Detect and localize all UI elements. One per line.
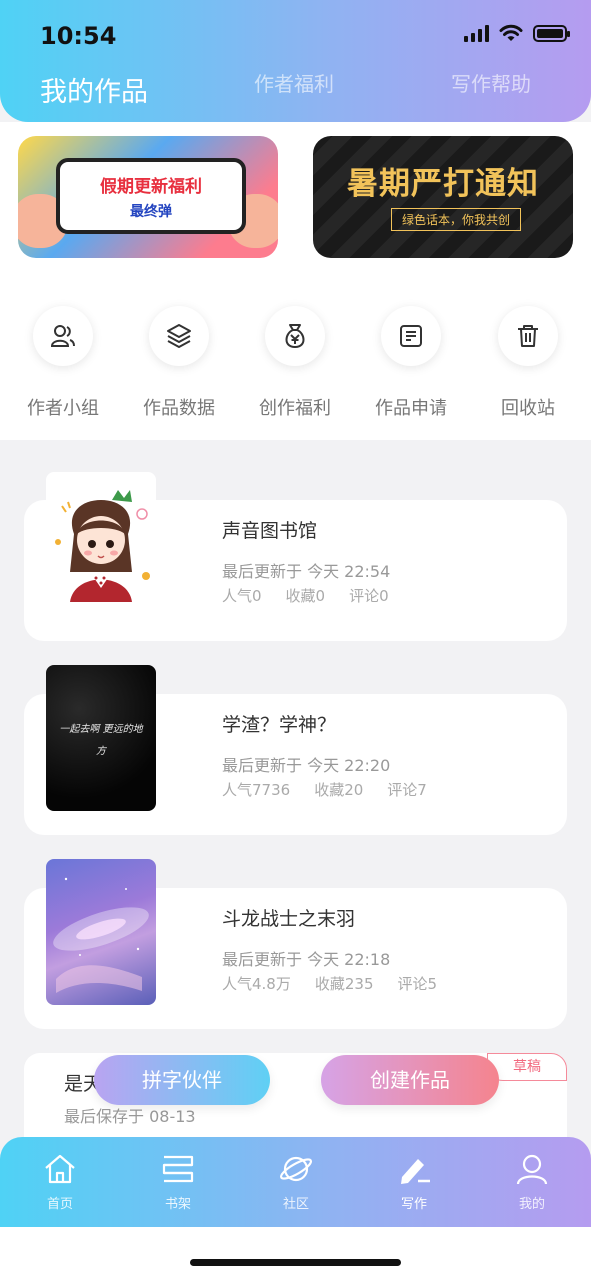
- draft-badge: 草稿: [487, 1053, 567, 1081]
- banner-summer-notice[interactable]: 暑期严打通知 绿色话本，你我共创: [313, 136, 573, 258]
- bookshelf-icon: [162, 1155, 194, 1183]
- home-indicator[interactable]: [190, 1259, 401, 1266]
- work-popularity: 人气7736: [222, 781, 291, 799]
- shortcut-author-group[interactable]: 作者小组: [13, 306, 113, 420]
- tab-writing-help[interactable]: 写作帮助: [451, 68, 531, 97]
- work-popularity: 人气4.8万: [222, 975, 291, 993]
- work-updated: 最后更新于 今天 22:54: [222, 562, 391, 581]
- tabbar-label: 首页: [46, 1197, 73, 1212]
- tabbar-item-me[interactable]: 我的: [492, 1153, 572, 1212]
- header-tabs: 我的作品 作者福利 写作帮助: [0, 68, 591, 108]
- tabbar-label: 写作: [400, 1197, 427, 1212]
- girl-illustration: [55, 490, 150, 602]
- shortcut-creation-benefits[interactable]: 创作福利: [245, 306, 345, 420]
- draft-saved-date: 最后保存于 08-13: [64, 1107, 196, 1126]
- work-popularity: 人气0: [222, 587, 262, 605]
- battery-icon: [533, 24, 570, 42]
- create-work-button[interactable]: 创建作品: [321, 1055, 499, 1105]
- header: 10:54 我的作品 作者福利 写作帮助: [0, 0, 591, 122]
- work-title: 声音图书馆: [222, 520, 318, 542]
- work-updated: 最后更新于 今天 22:20: [222, 756, 391, 775]
- tabbar-label: 社区: [282, 1197, 309, 1212]
- work-cover[interactable]: 一起去啊 更远的地方: [46, 665, 156, 811]
- banner-summer-title: 暑期严打通知: [347, 166, 539, 202]
- work-favorites: 收藏235: [314, 975, 374, 993]
- work-stats: 人气0 收藏0 评论0: [222, 585, 413, 606]
- work-stats: 人气7736 收藏20 评论7: [222, 779, 451, 800]
- shortcut-work-application[interactable]: 作品申请: [361, 306, 461, 420]
- work-comments: 评论5: [397, 975, 438, 993]
- trash-icon: [498, 306, 558, 366]
- layers-icon: [149, 306, 209, 366]
- shortcut-work-data[interactable]: 作品数据: [129, 306, 229, 420]
- bottom-tabbar: 首页 书架 社区 写作 我的: [0, 1137, 591, 1227]
- signal-icon: [464, 24, 489, 42]
- galaxy-illustration: [53, 877, 149, 993]
- shortcut-label: 作品数据: [143, 398, 215, 419]
- tabbar-item-bookshelf[interactable]: 书架: [138, 1153, 218, 1212]
- work-title: 斗龙战士之末羽: [222, 908, 356, 930]
- top-section: 假期更新福利 最终弹 暑期严打通知 绿色话本，你我共创 作者小组 作品数据 创作…: [0, 122, 591, 440]
- banner-phone-frame: 假期更新福利 最终弹: [56, 158, 246, 234]
- planet-icon: [279, 1156, 313, 1182]
- pen-icon: [401, 1159, 430, 1184]
- status-time: 10:54: [40, 22, 117, 50]
- tab-my-works[interactable]: 我的作品: [40, 70, 148, 109]
- work-updated: 最后更新于 今天 22:18: [222, 950, 391, 969]
- shortcut-label: 作者小组: [27, 398, 99, 419]
- document-edit-icon: [381, 306, 441, 366]
- shortcut-recycle-bin[interactable]: 回收站: [478, 306, 578, 420]
- tabbar-item-community[interactable]: 社区: [256, 1153, 336, 1212]
- home-icon: [45, 1154, 75, 1184]
- tab-author-benefits[interactable]: 作者福利: [254, 68, 334, 97]
- work-cover[interactable]: [46, 472, 156, 618]
- money-bag-icon: [265, 306, 325, 366]
- user-icon: [516, 1154, 548, 1185]
- shortcut-label: 作品申请: [375, 398, 447, 419]
- work-comments: 评论7: [387, 781, 427, 799]
- banner-summer-subtitle: 绿色话本，你我共创: [391, 208, 522, 231]
- tabbar-item-home[interactable]: 首页: [20, 1153, 100, 1212]
- writing-partner-button[interactable]: 拼字伙伴: [94, 1055, 270, 1105]
- work-title: 学渣？学神？: [222, 714, 337, 736]
- home-indicator-area: [0, 1227, 591, 1280]
- work-stats: 人气4.8万 收藏235 评论5: [222, 973, 461, 994]
- banner-holiday-bonus[interactable]: 假期更新福利 最终弹: [18, 136, 278, 258]
- work-cover[interactable]: [46, 859, 156, 1005]
- shortcut-label: 创作福利: [259, 398, 331, 419]
- status-icons: [464, 24, 570, 42]
- work-favorites: 收藏20: [314, 781, 364, 799]
- tabbar-label: 我的: [518, 1197, 545, 1212]
- work-comments: 评论0: [349, 587, 389, 605]
- tabbar-label: 书架: [164, 1197, 191, 1212]
- cover-handwritten-text: 一起去啊 更远的地方: [59, 724, 143, 757]
- people-icon: [33, 306, 93, 366]
- banner-holiday-subtitle: 最终弹: [130, 204, 172, 220]
- wifi-icon: [499, 24, 523, 41]
- tabbar-item-write[interactable]: 写作: [374, 1153, 454, 1212]
- work-favorites: 收藏0: [285, 587, 326, 605]
- shortcut-label: 回收站: [501, 398, 555, 419]
- banner-holiday-title: 假期更新福利: [100, 177, 202, 197]
